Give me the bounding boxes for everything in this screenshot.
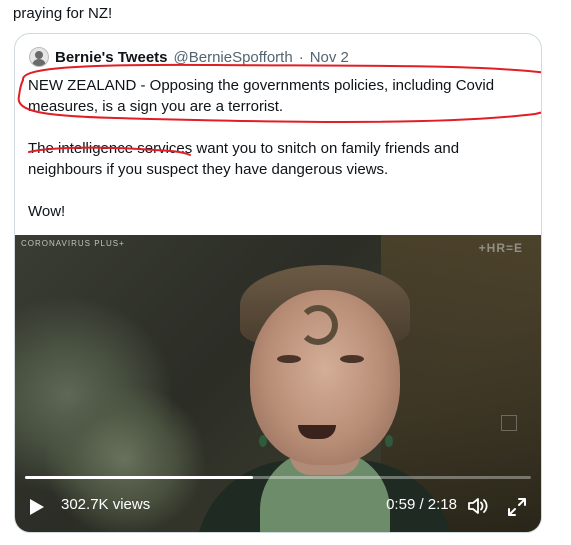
video-player[interactable]: CORONAVIRUS PLUS+ +HR=E 302.7K views 0:5… xyxy=(15,235,541,532)
view-count: 302.7K views xyxy=(61,496,151,513)
video-controls: 302.7K views 0:59 / 2:18 xyxy=(15,483,541,531)
video-person-earring xyxy=(385,435,393,447)
quoted-tweet-header: Bernie's Tweets @BernieSpofforth · Nov 2 xyxy=(29,46,349,68)
avatar[interactable] xyxy=(29,47,49,67)
quoted-tweet-card[interactable]: Bernie's Tweets @BernieSpofforth · Nov 2… xyxy=(14,33,542,533)
tweet-date[interactable]: Nov 2 xyxy=(310,49,349,66)
fullscreen-icon[interactable] xyxy=(507,497,527,517)
tweet-paragraph-1: NEW ZEALAND - Opposing the governments p… xyxy=(28,77,495,115)
play-icon[interactable] xyxy=(29,498,45,516)
tweet-text: praying for NZ! xyxy=(13,5,113,22)
video-progress-bar[interactable] xyxy=(25,476,531,479)
tweet-paragraph-2: The intelligence services want you to sn… xyxy=(28,140,460,178)
author-name[interactable]: Bernie's Tweets xyxy=(55,49,168,66)
video-person-earring xyxy=(259,435,267,447)
video-overlay-tag: CORONAVIRUS PLUS+ xyxy=(21,239,125,248)
video-progress-fill xyxy=(25,476,253,479)
volume-icon[interactable] xyxy=(467,495,489,517)
video-person-hair-curl xyxy=(298,305,338,345)
playback-time: 0:59 / 2:18 xyxy=(386,496,457,513)
channel-logo: +HR=E xyxy=(478,241,523,255)
quoted-tweet-body: NEW ZEALAND - Opposing the governments p… xyxy=(28,75,528,222)
separator-dot: · xyxy=(298,48,304,66)
tweet-paragraph-3: Wow! xyxy=(28,203,66,220)
watermark-box xyxy=(501,415,517,431)
author-handle[interactable]: @BernieSpofforth xyxy=(174,49,293,66)
video-person-eye xyxy=(340,355,364,363)
video-person-eye xyxy=(277,355,301,363)
